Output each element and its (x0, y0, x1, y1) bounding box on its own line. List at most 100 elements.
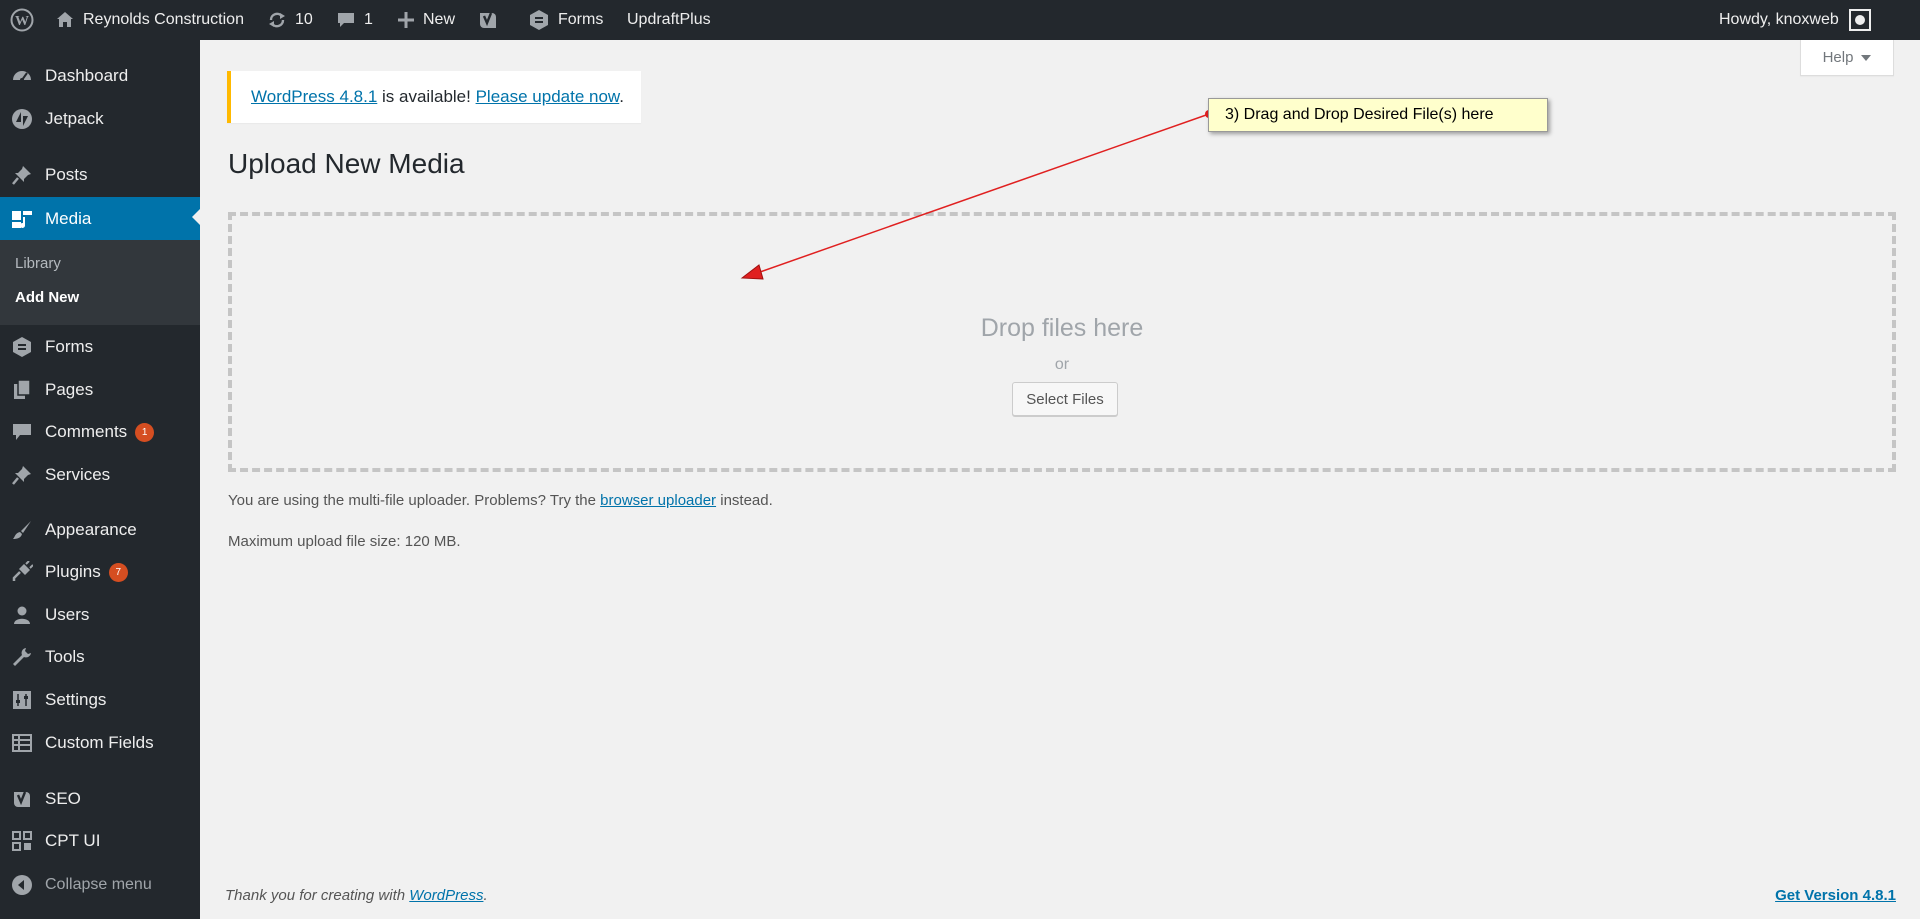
forms-icon (528, 9, 550, 31)
max-upload-size-text: Maximum upload file size: 120 MB. (228, 533, 461, 550)
notice-middle-text: is available! (377, 87, 476, 106)
refresh-icon (267, 10, 287, 30)
wrench-icon (11, 646, 33, 668)
sidebar-item-label: Appearance (45, 520, 137, 539)
or-text: or (1054, 356, 1070, 373)
sidebar-item-cpt-ui[interactable]: CPT UI (0, 821, 200, 861)
wordpress-logo-button[interactable]: W (10, 0, 34, 40)
sidebar-item-seo[interactable]: SEO (0, 779, 200, 819)
footer-thanks-prefix: Thank you for creating with (225, 887, 410, 904)
get-version-link[interactable]: Get Version 4.8.1 (1775, 887, 1896, 904)
collapse-menu-label: Collapse menu (45, 876, 152, 893)
admin-sidebar: Dashboard Jetpack Posts Media Library Ad… (0, 40, 200, 919)
plug-icon (11, 561, 33, 583)
forms-link[interactable]: Forms (528, 0, 603, 40)
sidebar-item-appearance[interactable]: Appearance (0, 510, 200, 550)
forms-label: Forms (558, 11, 604, 28)
updraftplus-link[interactable]: UpdraftPlus (627, 0, 711, 40)
plus-icon (397, 11, 415, 29)
browser-uploader-link[interactable]: browser uploader (600, 492, 716, 509)
yoast-icon (477, 9, 499, 31)
sidebar-item-plugins[interactable]: Plugins 7 (0, 552, 200, 592)
sidebar-item-label: Services (45, 465, 111, 484)
update-now-link[interactable]: Please update now (476, 87, 620, 106)
media-icon (11, 208, 33, 230)
sidebar-item-settings[interactable]: Settings (0, 680, 200, 720)
annotation-callout: 3) Drag and Drop Desired File(s) here (1208, 98, 1548, 132)
collapse-arrow-icon (11, 874, 33, 896)
comments-link[interactable]: 1 (336, 0, 373, 40)
yoast-seo-button[interactable] (477, 0, 499, 40)
plugins-update-badge: 7 (108, 562, 128, 582)
drag-drop-area[interactable]: Drop files here or Select Files (228, 212, 1896, 472)
update-notice: WordPress 4.8.1 is available! Please upd… (227, 71, 641, 123)
pushpin-icon (11, 164, 33, 186)
sidebar-item-users[interactable]: Users (0, 595, 200, 635)
site-name-link[interactable]: Reynolds Construction (55, 0, 244, 40)
sidebar-item-label: Plugins (45, 562, 101, 581)
sidebar-item-label: Comments (45, 422, 128, 441)
select-files-button[interactable]: Select Files (1012, 382, 1118, 416)
drop-files-text: Drop files here (980, 314, 1144, 342)
sidebar-item-comments[interactable]: Comments 1 (0, 412, 200, 452)
sidebar-item-services[interactable]: Services (0, 455, 200, 495)
sidebar-item-label: Tools (45, 647, 85, 666)
help-label: Help (1822, 49, 1854, 66)
media-submenu: Library Add New (0, 240, 200, 325)
sidebar-item-label: Settings (45, 690, 107, 709)
pages-icon (11, 379, 33, 401)
footer-thanks: Thank you for creating with WordPress. (225, 887, 488, 904)
uploader-note-prefix: You are using the multi-file uploader. P… (228, 492, 601, 509)
sidebar-item-label: Posts (45, 165, 88, 184)
comment-bubble-icon (11, 421, 33, 443)
collapse-menu-button[interactable]: Collapse menu (0, 865, 200, 905)
sidebar-item-custom-fields[interactable]: Custom Fields (0, 723, 200, 763)
new-label: New (423, 11, 456, 28)
home-icon (55, 10, 75, 30)
sidebar-item-pages[interactable]: Pages (0, 370, 200, 410)
yoast-icon (11, 788, 33, 810)
wordpress-version-link[interactable]: WordPress 4.8.1 (251, 87, 377, 106)
uploader-note-suffix: instead. (716, 492, 773, 509)
forms-icon (11, 336, 33, 358)
greeting-text: Howdy, knoxweb (1719, 11, 1839, 28)
sidebar-item-label: Pages (45, 380, 94, 399)
sidebar-item-jetpack[interactable]: Jetpack (0, 99, 200, 139)
settings-sliders-icon (11, 689, 33, 711)
sidebar-item-tools[interactable]: Tools (0, 637, 200, 677)
avatar (1848, 9, 1871, 31)
help-tab-button[interactable]: Help (1800, 40, 1894, 76)
paintbrush-icon (11, 519, 33, 541)
updraftplus-label: UpdraftPlus (627, 11, 711, 28)
jetpack-icon (11, 108, 33, 130)
updates-link[interactable]: 10 (267, 0, 313, 40)
cpt-ui-icon (11, 830, 33, 852)
admin-bar: W Reynolds Construction 10 1 New Forms U… (0, 0, 1920, 40)
sidebar-item-label: Media (45, 208, 92, 228)
uploader-note: You are using the multi-file uploader. P… (228, 492, 773, 509)
sidebar-item-label: Custom Fields (45, 733, 154, 752)
sidebar-item-label: Dashboard (45, 66, 129, 85)
page-title: Upload New Media (228, 148, 465, 179)
annotation-callout-text: 3) Drag and Drop Desired File(s) here (1225, 106, 1494, 123)
sidebar-item-label: Jetpack (45, 109, 104, 128)
wordpress-footer-link[interactable]: WordPress (409, 887, 483, 904)
footer-thanks-suffix: . (483, 887, 488, 904)
submenu-item-library[interactable]: Library (15, 255, 61, 272)
submenu-item-add-new[interactable]: Add New (15, 289, 79, 306)
account-menu[interactable]: Howdy, knoxweb (1719, 0, 1871, 40)
wordpress-logo-icon: W (10, 8, 34, 32)
user-icon (11, 604, 33, 626)
comments-count: 1 (364, 11, 373, 28)
sidebar-item-label: SEO (45, 789, 81, 808)
sidebar-item-posts[interactable]: Posts (0, 155, 200, 195)
site-name-label: Reynolds Construction (83, 11, 244, 28)
sidebar-item-forms[interactable]: Forms (0, 327, 200, 367)
new-content-link[interactable]: New (397, 0, 455, 40)
sidebar-item-label: CPT UI (45, 831, 101, 850)
sidebar-item-label: Users (45, 605, 90, 624)
sidebar-item-dashboard[interactable]: Dashboard (0, 56, 200, 96)
table-grid-icon (11, 732, 33, 754)
sidebar-item-media[interactable]: Media (0, 197, 200, 240)
comments-count-badge: 1 (135, 422, 155, 442)
